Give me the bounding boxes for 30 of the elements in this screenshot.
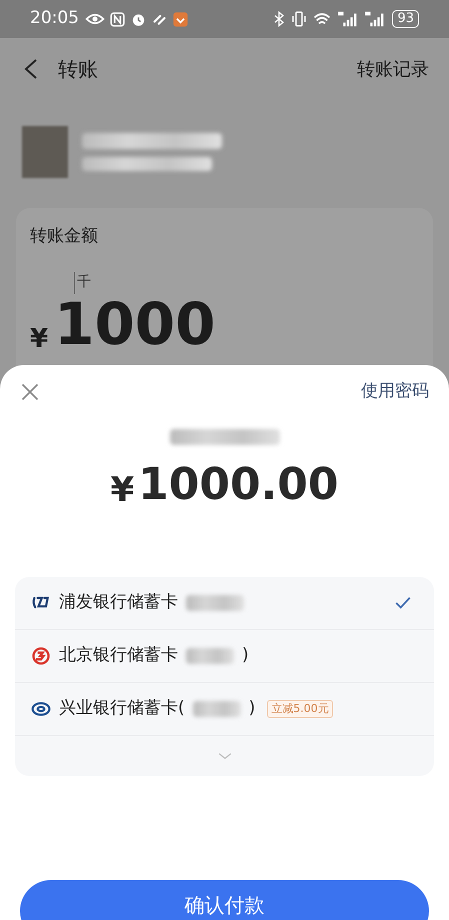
transfer-history-link[interactable]: 转账记录: [357, 56, 429, 82]
use-password-link[interactable]: 使用密码: [361, 379, 429, 404]
bank-card-option[interactable]: 兴业银行储蓄卡( ) 立减5.00元: [15, 682, 434, 736]
amount-label: 转账金额: [30, 225, 99, 248]
blurred-text: [192, 700, 241, 716]
bank-card-suffix: ): [248, 696, 256, 720]
payment-amount: 1000.00: [138, 458, 339, 510]
confirm-payment-button[interactable]: 确认付款: [20, 880, 429, 920]
bank-card-option[interactable]: 北京银行储蓄卡 ): [15, 630, 434, 682]
bank-card-name: 浦发银行储蓄卡: [59, 590, 178, 614]
status-time: 20:05: [30, 7, 79, 30]
nfc-icon: [109, 10, 126, 28]
close-icon[interactable]: [20, 382, 40, 402]
bank-card-option[interactable]: 浦发银行储蓄卡: [15, 576, 434, 630]
vibrate-icon: [290, 10, 308, 28]
app-notification-icon: [172, 10, 189, 28]
discount-tag: 立减5.00元: [267, 700, 333, 718]
blurred-text: [186, 594, 244, 610]
bank-card-suffix: ): [242, 644, 249, 667]
battery-indicator: 93: [392, 10, 419, 28]
currency-symbol: ¥: [110, 468, 134, 510]
currency-symbol: ¥: [30, 324, 48, 354]
bank-card-name: 兴业银行储蓄卡(: [59, 696, 185, 720]
blurred-text: [186, 648, 234, 664]
page-title: 转账: [58, 56, 98, 83]
expand-chevron-icon[interactable]: [218, 752, 232, 760]
unit-hint: 千: [77, 273, 91, 292]
bank-card-name: 北京银行储蓄卡: [59, 644, 178, 667]
avatar: [22, 126, 68, 178]
amount-input[interactable]: 1000: [54, 294, 216, 354]
